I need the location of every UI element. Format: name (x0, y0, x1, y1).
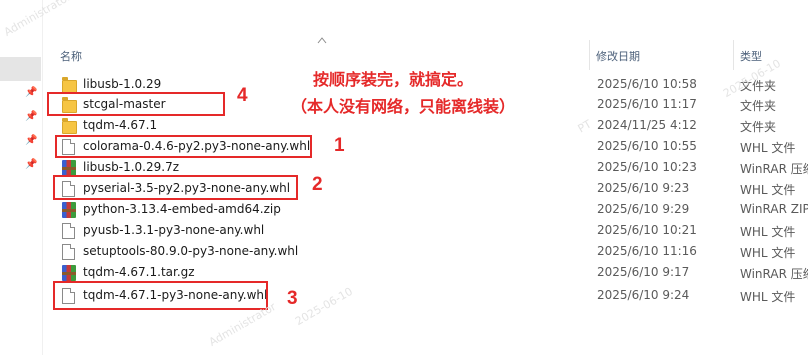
file-name: setuptools-80.9.0-py3-none-any.whl (83, 244, 299, 258)
pin-icon[interactable]: 📌 (25, 111, 37, 123)
column-name[interactable]: 名称 (60, 48, 82, 64)
step-number-1: 1 (334, 135, 345, 156)
file-date: 2025/6/10 10:58 (597, 77, 697, 91)
column-separator[interactable] (589, 40, 590, 70)
file-type: WinRAR 压缩 (740, 162, 808, 176)
file-icon (62, 244, 75, 260)
winrar-icon (62, 202, 76, 218)
winrar-icon (62, 265, 76, 281)
file-date: 2025/6/10 11:16 (597, 244, 697, 258)
file-name: libusb-1.0.29.7z (83, 160, 180, 174)
file-type: 文件夹 (740, 99, 777, 113)
file-name: libusb-1.0.29 (83, 77, 162, 91)
file-date: 2025/6/10 10:23 (597, 160, 697, 174)
folder-icon (62, 118, 77, 134)
file-name: pyusb-1.3.1-py3-none-any.whl (83, 223, 265, 237)
step-number-4: 4 (237, 85, 248, 106)
highlight-box-2 (53, 175, 298, 200)
file-row[interactable]: setuptools-80.9.0-py3-none-any.whl 2025/… (56, 241, 808, 262)
file-type: WHL 文件 (740, 141, 796, 155)
file-date: 2025/6/10 9:24 (597, 288, 690, 302)
column-type[interactable]: 类型 (740, 48, 762, 64)
file-type: WHL 文件 (740, 183, 796, 197)
file-row[interactable]: tqdm-4.67.1.tar.gz 2025/6/10 9:17 WinRAR… (56, 262, 808, 283)
pin-icon[interactable]: 📌 (25, 135, 37, 147)
highlight-box-1 (55, 135, 312, 158)
file-row[interactable]: pyusb-1.3.1-py3-none-any.whl 2025/6/10 1… (56, 220, 808, 241)
navigation-pane: 📌 📌 📌 📌 (0, 0, 41, 355)
file-name: tqdm-4.67.1.tar.gz (83, 265, 195, 279)
winrar-icon (62, 160, 76, 176)
file-date: 2025/6/10 9:29 (597, 202, 690, 216)
highlight-box-4 (47, 92, 225, 116)
file-date: 2025/6/10 11:17 (597, 97, 697, 111)
file-date: 2025/6/10 9:17 (597, 265, 690, 279)
file-date: 2025/6/10 10:55 (597, 139, 697, 153)
pin-icon[interactable]: 📌 (25, 87, 37, 99)
column-separator[interactable] (733, 40, 734, 70)
file-icon (62, 223, 75, 239)
file-type: 文件夹 (740, 120, 777, 134)
file-type: WinRAR 压缩 (740, 267, 808, 281)
annotation-note-line2: （本人没有网络，只能离线装） (291, 97, 516, 116)
nav-selected-item[interactable] (0, 57, 41, 81)
file-date: 2025/6/10 10:21 (597, 223, 697, 237)
step-number-3: 3 (287, 288, 298, 309)
highlight-box-3 (53, 281, 268, 310)
file-row[interactable]: tqdm-4.67.1 2024/11/25 4:12 文件夹 (56, 115, 808, 136)
pin-icon[interactable]: 📌 (25, 159, 37, 171)
file-row[interactable]: python-3.13.4-embed-amd64.zip 2025/6/10 … (56, 199, 808, 220)
file-name: tqdm-4.67.1 (83, 118, 158, 132)
column-date-modified[interactable]: 修改日期 (596, 48, 640, 64)
file-type: WHL 文件 (740, 246, 796, 260)
file-date: 2024/11/25 4:12 (597, 118, 697, 132)
sort-ascending-icon (317, 37, 327, 44)
annotation-note-line1: 按顺序装完，就搞定。 (313, 70, 474, 89)
file-date: 2025/6/10 9:23 (597, 181, 690, 195)
step-number-2: 2 (312, 174, 323, 195)
file-type: WHL 文件 (740, 225, 796, 239)
file-name: python-3.13.4-embed-amd64.zip (83, 202, 281, 216)
file-type: WHL 文件 (740, 290, 796, 304)
file-type: WinRAR ZIP (740, 202, 808, 216)
